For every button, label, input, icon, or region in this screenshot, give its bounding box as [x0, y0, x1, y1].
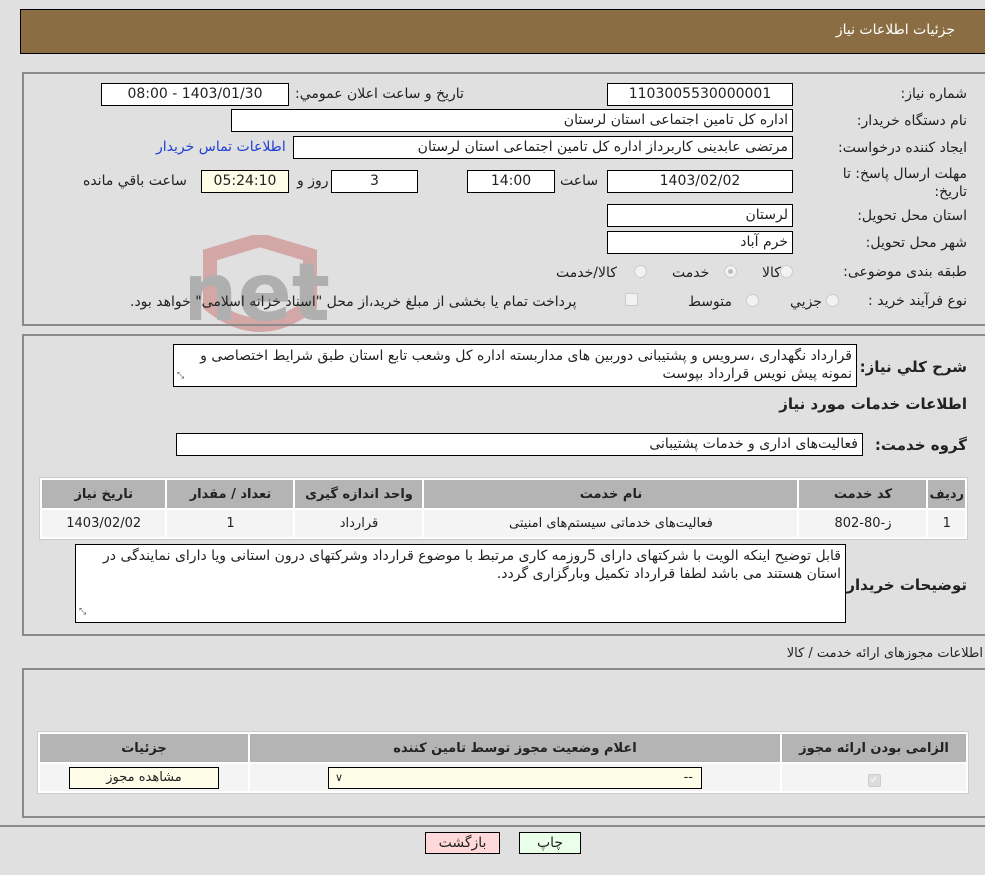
- days-label: روز و: [297, 173, 329, 189]
- time-remaining-label: ساعت باقي مانده: [83, 173, 187, 189]
- purchase-type-label: نوع فرآيند خريد :: [868, 293, 967, 309]
- cell-permit-details: مشاهده مجوز: [40, 764, 248, 791]
- category-option-service: خدمت: [672, 265, 710, 281]
- category-radio-service[interactable]: [724, 265, 737, 278]
- need-number-field: 1103005530000001: [607, 83, 793, 106]
- purchase-type-option-minor: جزيي: [790, 294, 822, 310]
- delivery-province-label: استان محل تحويل:: [857, 208, 967, 224]
- treasury-bonds-note: پرداخت تمام يا بخشی از مبلغ خريد،از محل …: [130, 294, 577, 310]
- permit-status-value: --: [683, 769, 693, 785]
- buyer-notes-label: توضيحات خريدار:: [840, 576, 967, 594]
- service-group-label: گروه خدمت:: [874, 436, 967, 454]
- table-row: 1 ز-80-802 فعالیت‌های خدماتی سیستم‌های ا…: [42, 510, 965, 537]
- col-quantity: تعداد / مقدار: [167, 480, 294, 508]
- treasury-bonds-checkbox[interactable]: [625, 293, 638, 306]
- cell-need-date: 1403/02/02: [42, 510, 166, 537]
- service-group-field: فعالیت‌های اداری و خدمات پشتیبانی: [176, 433, 863, 456]
- col-permit-required: الزامی بودن ارائه مجوز: [782, 734, 966, 762]
- permit-status-select[interactable]: -- ∨: [328, 766, 702, 789]
- cell-permit-required: ✓: [782, 764, 966, 791]
- cell-row: 1: [928, 510, 965, 537]
- cell-permit-status: -- ∨: [250, 764, 780, 791]
- delivery-city-field: خرم آباد: [607, 231, 793, 254]
- deadline-date-field: 1403/02/02: [607, 170, 793, 193]
- col-service-code: کد خدمت: [799, 480, 927, 508]
- table-row: ✓ -- ∨ مشاهده مجوز: [40, 764, 966, 791]
- permits-table: الزامی بودن ارائه مجوز اعلام وضعیت مجوز …: [37, 731, 969, 794]
- delivery-province-field: لرستان: [607, 204, 793, 227]
- description-label: شرح کلي نياز:: [859, 358, 967, 376]
- chevron-down-icon: ∨: [335, 770, 344, 784]
- purchase-type-radio-medium[interactable]: [746, 294, 759, 307]
- cell-unit: قرارداد: [295, 510, 423, 537]
- services-table: رديف کد خدمت نام خدمت واحد اندازه گيری ت…: [39, 477, 968, 540]
- cell-service-code: ز-80-802: [799, 510, 927, 537]
- need-number-label: شماره نیاز:: [900, 86, 968, 102]
- print-button[interactable]: چاپ: [519, 832, 581, 854]
- description-textarea[interactable]: قرارداد نگهداری ،سرویس و پشتیبانی دوربین…: [173, 344, 857, 387]
- page-title: جزئیات اطلاعات نیاز: [835, 22, 955, 38]
- buyer-contact-link[interactable]: اطلاعات تماس خريدار: [156, 139, 286, 155]
- announce-datetime-label: تاريخ و ساعت اعلان عمومي:: [295, 86, 464, 102]
- resize-grip-icon[interactable]: ⤡: [79, 603, 86, 621]
- time-remaining-field: 05:24:10: [201, 170, 289, 193]
- services-section-title: اطلاعات خدمات مورد نياز: [779, 395, 967, 413]
- cell-service-name: فعالیت‌های خدماتی سیستم‌های امنیتی: [424, 510, 798, 537]
- deadline-time-field: 14:00: [467, 170, 555, 193]
- deadline-label: مهلت ارسال پاسخ: تا تاريخ:: [842, 166, 967, 200]
- col-permit-details: جزئیات: [40, 734, 248, 762]
- permits-section-title: اطلاعات مجوزهای ارائه خدمت / کالا: [786, 646, 983, 661]
- col-permit-status: اعلام وضعیت مجوز توسط تامین کننده: [250, 734, 780, 762]
- category-option-goods: کالا: [762, 265, 781, 281]
- footer-divider: [0, 825, 985, 827]
- cell-quantity: 1: [167, 510, 294, 537]
- announce-datetime-field: 1403/01/30 - 08:00: [101, 83, 289, 106]
- buyer-org-field: اداره کل تامین اجتماعی استان لرستان: [231, 109, 793, 132]
- purchase-type-option-medium: متوسط: [688, 294, 732, 310]
- page-header: جزئیات اطلاعات نیاز: [20, 9, 985, 54]
- delivery-city-label: شهر محل تحويل:: [865, 235, 967, 251]
- deadline-time-label: ساعت: [560, 173, 599, 189]
- category-radio-goods[interactable]: [780, 265, 793, 278]
- services-table-header: رديف کد خدمت نام خدمت واحد اندازه گيری ت…: [42, 480, 965, 508]
- category-label: طبقه بندی موضوعی:: [843, 264, 967, 280]
- buyer-notes-text: قابل توضیح اینکه الویت با شرکتهای دارای …: [103, 548, 841, 582]
- purchase-type-radio-minor[interactable]: [826, 294, 839, 307]
- col-need-date: تاريخ نياز: [42, 480, 166, 508]
- category-radio-goods-service[interactable]: [634, 265, 647, 278]
- col-row: رديف: [928, 480, 965, 508]
- category-option-goods-service: کالا/خدمت: [556, 265, 617, 281]
- buyer-org-label: نام دستگاه خريدار:: [856, 113, 967, 129]
- permit-required-checkbox[interactable]: ✓: [867, 774, 881, 787]
- buyer-notes-textarea[interactable]: قابل توضیح اینکه الویت با شرکتهای دارای …: [75, 544, 846, 623]
- col-unit: واحد اندازه گيری: [295, 480, 423, 508]
- requester-label: ايجاد کننده درخواست:: [838, 140, 967, 156]
- back-button[interactable]: بازگشت: [425, 832, 500, 854]
- col-service-name: نام خدمت: [424, 480, 798, 508]
- view-permit-button[interactable]: مشاهده مجوز: [69, 766, 219, 789]
- resize-grip-icon[interactable]: ⤡: [177, 367, 184, 385]
- requester-field: مرتضی عابدینی کاربرداز اداره کل تامین اج…: [293, 136, 793, 159]
- permits-table-header: الزامی بودن ارائه مجوز اعلام وضعیت مجوز …: [40, 734, 966, 762]
- days-remaining-field: 3: [331, 170, 418, 193]
- description-text: قرارداد نگهداری ،سرویس و پشتیبانی دوربین…: [200, 348, 852, 382]
